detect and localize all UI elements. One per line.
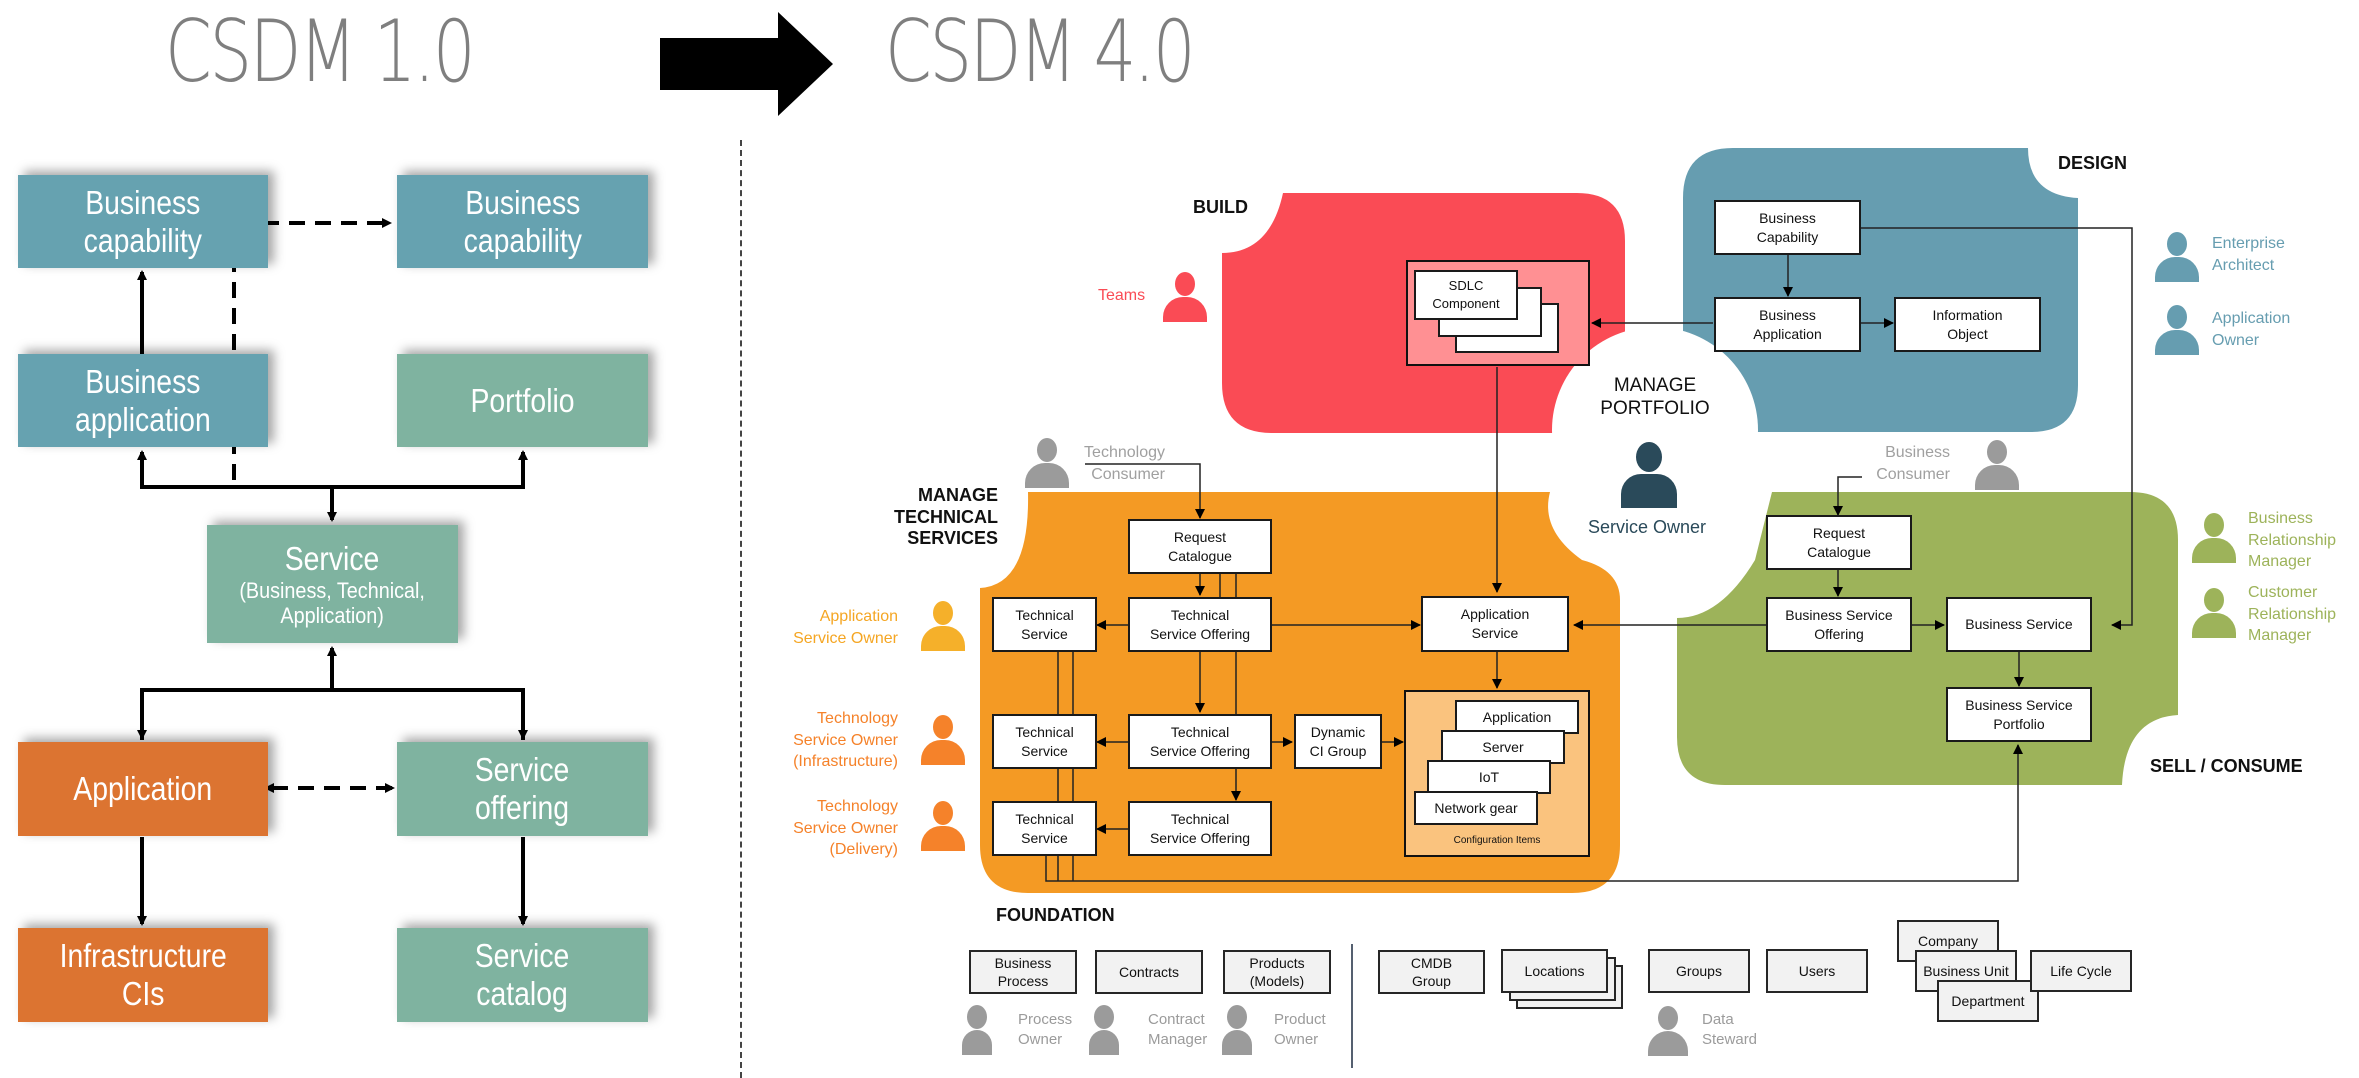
- foundation-locations-box[interactable]: Locations: [1501, 949, 1608, 993]
- technical-service-offering-box-1[interactable]: Technical Service Offering: [1128, 597, 1272, 652]
- application-owner-role-label: Application Owner: [2212, 310, 2291, 349]
- teams-role-label: Teams: [1098, 287, 1146, 304]
- application-service-owner-person-icon: [921, 601, 965, 651]
- technical-service-box-1[interactable]: Technical Service: [992, 597, 1097, 652]
- technical-service-offering-box-2[interactable]: Technical Service Offering: [1128, 714, 1272, 769]
- technology-service-owner-infrastructure-person-icon: [921, 715, 965, 765]
- data-steward-person-icon: [1648, 1006, 1688, 1056]
- product-owner-person-icon: [1222, 1005, 1252, 1055]
- sell-request-catalogue-box[interactable]: Request Catalogue: [1766, 515, 1912, 570]
- business-relationship-manager-person-icon: [2192, 513, 2236, 563]
- technology-service-owner-infrastructure-role-label: Technology Service Owner (Infrastructure…: [793, 710, 898, 771]
- configuration-items-label: Configuration Items: [1453, 835, 1541, 846]
- customer-relationship-manager-person-icon: [2192, 588, 2236, 638]
- enterprise-architect-person-icon: [2155, 232, 2199, 282]
- foundation-users-box[interactable]: Users: [1766, 949, 1868, 993]
- technology-service-owner-delivery-person-icon: [921, 801, 965, 851]
- technical-service-box-3[interactable]: Technical Service: [992, 801, 1097, 856]
- foundation-groups-box[interactable]: Groups: [1648, 949, 1750, 993]
- business-consumer-person-icon: [1975, 440, 2019, 490]
- technical-service-box-2[interactable]: Technical Service: [992, 714, 1097, 769]
- business-relationship-manager-role-label: Business Relationship Manager: [2248, 510, 2337, 571]
- design-business-application-box[interactable]: Business Application: [1714, 297, 1861, 352]
- technology-service-owner-delivery-role-label: Technology Service Owner (Delivery): [793, 798, 898, 859]
- foundation-department-box[interactable]: Department: [1937, 980, 2039, 1022]
- contract-manager-person-icon: [1089, 1005, 1119, 1055]
- ci-iot-box[interactable]: IoT: [1427, 760, 1551, 794]
- technology-consumer-person-icon: [1025, 438, 1069, 488]
- foundation-products-box[interactable]: Products (Models): [1223, 950, 1331, 994]
- information-object-box[interactable]: Information Object: [1894, 297, 2041, 352]
- process-owner-role-label: Process Owner: [1018, 1011, 1073, 1049]
- foundation-life-cycle-box[interactable]: Life Cycle: [2030, 950, 2132, 992]
- process-owner-person-icon: [962, 1005, 992, 1055]
- dynamic-ci-group-box[interactable]: Dynamic CI Group: [1294, 714, 1382, 769]
- contract-manager-role-label: Contract Manager: [1148, 1011, 1208, 1049]
- technical-service-offering-box-3[interactable]: Technical Service Offering: [1128, 801, 1272, 856]
- service-owner-person-icon: [1621, 442, 1677, 508]
- business-service-portfolio-box[interactable]: Business Service Portfolio: [1946, 687, 2092, 742]
- foundation-cmdb-group-box[interactable]: CMDB Group: [1378, 950, 1485, 994]
- teams-person-icon: [1163, 272, 1207, 322]
- ci-application-box[interactable]: Application: [1455, 700, 1579, 734]
- foundation-business-process-box[interactable]: Business Process: [969, 950, 1077, 994]
- foundation-contracts-box[interactable]: Contracts: [1095, 950, 1203, 994]
- customer-relationship-manager-role-label: Customer Relationship Manager: [2248, 584, 2337, 645]
- product-owner-role-label: Product Owner: [1274, 1011, 1326, 1049]
- business-service-offering-box[interactable]: Business Service Offering: [1766, 597, 1912, 652]
- business-consumer-role-label: Business Consumer: [1876, 444, 1950, 483]
- technology-consumer-role-label: Technology Consumer: [1084, 444, 1165, 483]
- application-owner-person-icon: [2155, 305, 2199, 355]
- data-steward-role-label: Data Steward: [1702, 1011, 1758, 1049]
- ci-server-box[interactable]: Server: [1441, 730, 1565, 764]
- sdlc-component-box[interactable]: SDLC Component: [1414, 270, 1518, 320]
- design-business-capability-box[interactable]: Business Capability: [1714, 200, 1861, 255]
- enterprise-architect-role-label: Enterprise Architect: [2212, 235, 2285, 274]
- tech-request-catalogue-box[interactable]: Request Catalogue: [1128, 519, 1272, 574]
- application-service-owner-role-label: Application Service Owner: [793, 608, 898, 647]
- application-service-box[interactable]: Application Service: [1421, 596, 1569, 652]
- service-owner-role-label: Service Owner: [1588, 517, 1707, 537]
- business-service-box[interactable]: Business Service: [1946, 597, 2092, 652]
- ci-network-gear-box[interactable]: Network gear: [1414, 791, 1538, 825]
